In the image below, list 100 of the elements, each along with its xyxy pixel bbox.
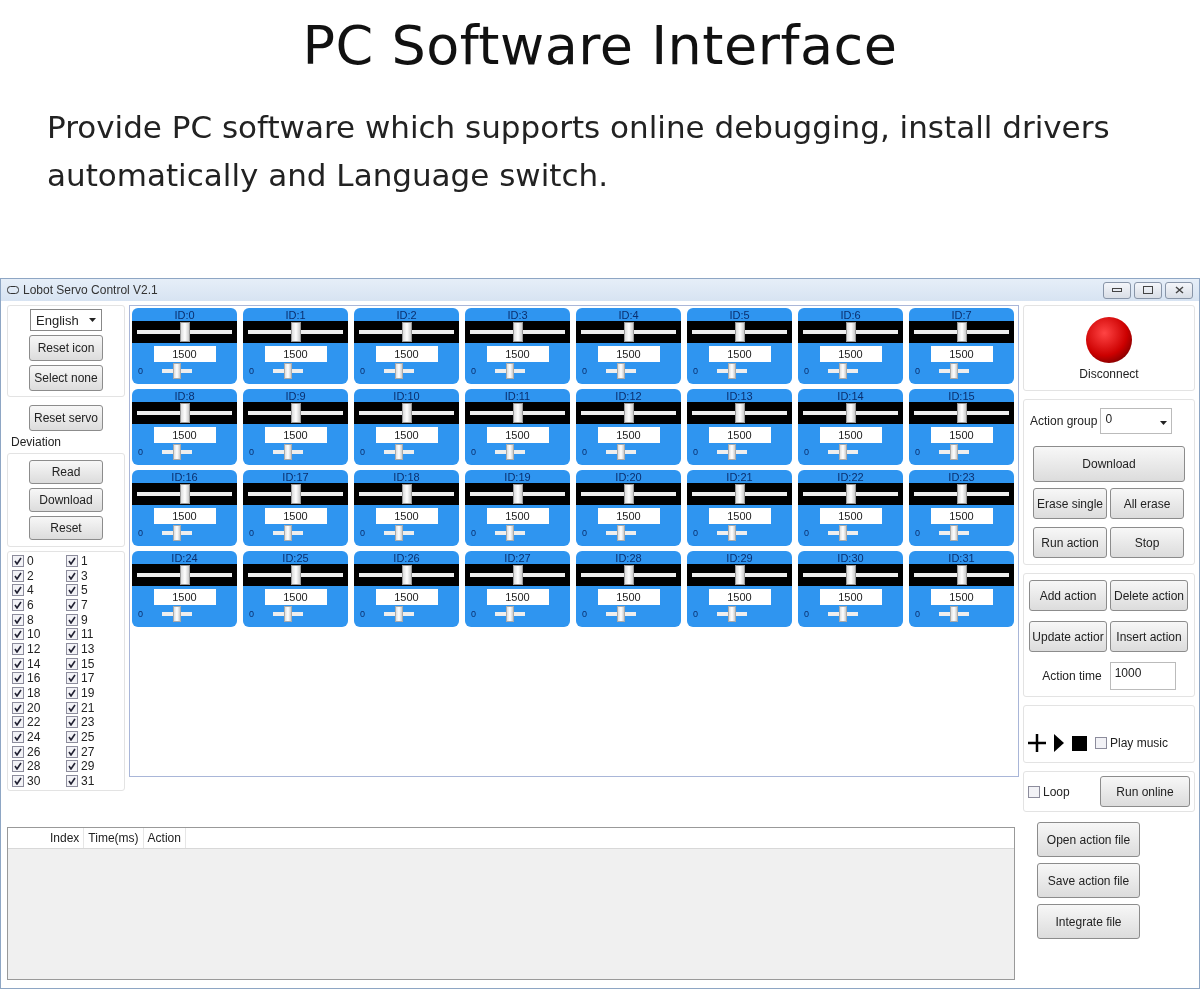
value-field[interactable]: 1500 bbox=[708, 346, 771, 362]
slider-thumb[interactable] bbox=[512, 403, 523, 423]
position-slider[interactable] bbox=[243, 483, 348, 505]
slider-thumb[interactable] bbox=[839, 444, 847, 460]
value-field[interactable]: 1500 bbox=[264, 589, 327, 605]
slider-thumb[interactable] bbox=[845, 565, 856, 585]
maximize-button[interactable] bbox=[1134, 281, 1162, 299]
position-slider[interactable] bbox=[909, 564, 1014, 586]
slider-thumb[interactable] bbox=[506, 606, 514, 622]
checkbox[interactable] bbox=[12, 613, 24, 626]
position-slider[interactable] bbox=[354, 564, 459, 586]
slider-thumb[interactable] bbox=[617, 363, 625, 379]
slider-thumb[interactable] bbox=[179, 565, 190, 585]
stop-icon[interactable] bbox=[1072, 735, 1087, 751]
value-field[interactable]: 1500 bbox=[375, 346, 438, 362]
checkbox[interactable] bbox=[66, 657, 78, 670]
checkbox[interactable] bbox=[66, 760, 78, 773]
slider-thumb[interactable] bbox=[623, 565, 634, 585]
slider-thumb[interactable] bbox=[950, 525, 958, 541]
value-field[interactable]: 1500 bbox=[819, 346, 882, 362]
slider-thumb[interactable] bbox=[728, 363, 736, 379]
checkbox[interactable] bbox=[66, 569, 78, 582]
checkbox[interactable] bbox=[1028, 785, 1040, 798]
position-slider[interactable] bbox=[465, 483, 570, 505]
position-slider[interactable] bbox=[576, 402, 681, 424]
position-slider[interactable] bbox=[132, 321, 237, 343]
column-header[interactable]: Index bbox=[46, 828, 85, 848]
action-group-button[interactable]: Erase single bbox=[1033, 488, 1107, 519]
checkbox[interactable] bbox=[66, 628, 78, 641]
action-button[interactable]: Update actior bbox=[1029, 621, 1107, 652]
slider-thumb[interactable] bbox=[956, 403, 967, 423]
slider-thumb[interactable] bbox=[617, 606, 625, 622]
action-group-button[interactable]: Run action bbox=[1033, 527, 1107, 558]
value-field[interactable]: 1500 bbox=[264, 427, 327, 443]
checkbox[interactable] bbox=[12, 569, 24, 582]
checkbox[interactable] bbox=[1095, 737, 1107, 749]
position-slider[interactable] bbox=[909, 483, 1014, 505]
file-button[interactable]: Save action file bbox=[1037, 863, 1140, 898]
value-field[interactable]: 1500 bbox=[930, 427, 993, 443]
action-group-button[interactable]: All erase bbox=[1110, 488, 1184, 519]
language-dropdown[interactable]: English bbox=[30, 309, 102, 331]
position-slider[interactable] bbox=[909, 321, 1014, 343]
position-slider[interactable] bbox=[132, 564, 237, 586]
close-button[interactable] bbox=[1165, 281, 1193, 299]
value-field[interactable]: 1500 bbox=[819, 589, 882, 605]
slider-thumb[interactable] bbox=[734, 322, 745, 342]
reset-servo-button[interactable]: Reset servo bbox=[29, 405, 103, 431]
action-button[interactable]: Delete action bbox=[1110, 580, 1188, 611]
position-slider[interactable] bbox=[798, 321, 903, 343]
checkbox[interactable] bbox=[12, 554, 24, 567]
slider-thumb[interactable] bbox=[401, 322, 412, 342]
checkbox[interactable] bbox=[66, 598, 78, 611]
value-field[interactable]: 1500 bbox=[153, 589, 216, 605]
slider-thumb[interactable] bbox=[728, 525, 736, 541]
file-button[interactable]: Open action file bbox=[1037, 822, 1140, 857]
slider-thumb[interactable] bbox=[506, 363, 514, 379]
checkbox[interactable] bbox=[66, 745, 78, 758]
position-slider[interactable] bbox=[243, 402, 348, 424]
action-group-button[interactable]: Stop bbox=[1110, 527, 1184, 558]
checkbox[interactable] bbox=[66, 687, 78, 700]
slider-thumb[interactable] bbox=[950, 444, 958, 460]
position-slider[interactable] bbox=[354, 321, 459, 343]
slider-thumb[interactable] bbox=[950, 363, 958, 379]
slider-thumb[interactable] bbox=[395, 525, 403, 541]
value-field[interactable]: 1500 bbox=[486, 508, 549, 524]
checkbox[interactable] bbox=[12, 775, 24, 788]
checkbox[interactable] bbox=[12, 745, 24, 758]
value-field[interactable]: 1500 bbox=[819, 427, 882, 443]
checkbox[interactable] bbox=[66, 584, 78, 597]
play-icon[interactable] bbox=[1054, 734, 1064, 752]
deviation-button[interactable]: Read bbox=[29, 460, 103, 484]
slider-thumb[interactable] bbox=[284, 363, 292, 379]
column-header[interactable]: Time(ms) bbox=[84, 828, 144, 848]
position-slider[interactable] bbox=[798, 483, 903, 505]
position-slider[interactable] bbox=[909, 402, 1014, 424]
position-slider[interactable] bbox=[576, 321, 681, 343]
slider-thumb[interactable] bbox=[839, 525, 847, 541]
slider-thumb[interactable] bbox=[173, 444, 181, 460]
slider-thumb[interactable] bbox=[512, 484, 523, 504]
value-field[interactable]: 1500 bbox=[708, 589, 771, 605]
action-time-field[interactable]: 1000 bbox=[1109, 662, 1176, 690]
slider-thumb[interactable] bbox=[173, 606, 181, 622]
value-field[interactable]: 1500 bbox=[375, 589, 438, 605]
checkbox[interactable] bbox=[12, 672, 24, 685]
slider-thumb[interactable] bbox=[173, 363, 181, 379]
value-field[interactable]: 1500 bbox=[264, 508, 327, 524]
slider-thumb[interactable] bbox=[506, 525, 514, 541]
slider-thumb[interactable] bbox=[950, 606, 958, 622]
value-field[interactable]: 1500 bbox=[708, 427, 771, 443]
slider-thumb[interactable] bbox=[839, 363, 847, 379]
position-slider[interactable] bbox=[687, 321, 792, 343]
checkbox[interactable] bbox=[66, 554, 78, 567]
position-slider[interactable] bbox=[132, 483, 237, 505]
value-field[interactable]: 1500 bbox=[597, 508, 660, 524]
checkbox[interactable] bbox=[66, 613, 78, 626]
position-slider[interactable] bbox=[465, 564, 570, 586]
value-field[interactable]: 1500 bbox=[708, 508, 771, 524]
slider-thumb[interactable] bbox=[395, 363, 403, 379]
position-slider[interactable] bbox=[576, 483, 681, 505]
checkbox[interactable] bbox=[12, 657, 24, 670]
